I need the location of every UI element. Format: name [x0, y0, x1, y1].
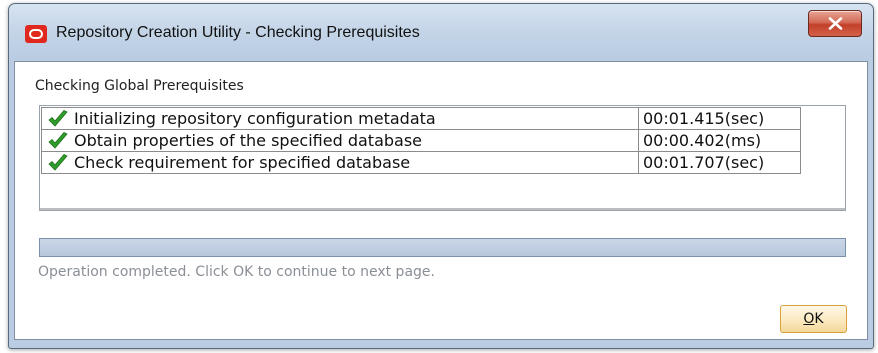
prerequisites-table: Initializing repository configuration me… — [39, 105, 846, 211]
table-row: Initializing repository configuration me… — [41, 107, 801, 130]
task-duration: 00:00.402(ms) — [638, 129, 801, 152]
section-title: Checking Global Prerequisites — [35, 78, 244, 94]
task-name: Initializing repository configuration me… — [74, 109, 436, 128]
table-row: Obtain properties of the specified datab… — [41, 129, 801, 152]
task-name: Obtain properties of the specified datab… — [74, 131, 423, 150]
progress-fill — [40, 239, 845, 256]
title-bar[interactable]: Repository Creation Utility - Checking P… — [9, 4, 873, 60]
dialog-window: Repository Creation Utility - Checking P… — [8, 3, 874, 349]
close-button[interactable] — [808, 10, 862, 37]
checkmark-icon — [48, 109, 68, 127]
ok-label-rest: K — [814, 311, 824, 327]
task-duration: 00:01.707(sec) — [638, 151, 801, 174]
table-row: Check requirement for specified database… — [41, 151, 801, 174]
ok-button[interactable]: OK — [780, 305, 847, 333]
task-name-cell: Initializing repository configuration me… — [41, 107, 639, 130]
task-name-cell: Check requirement for specified database — [41, 151, 639, 174]
window-title: Repository Creation Utility - Checking P… — [56, 24, 420, 41]
progress-bar — [39, 238, 846, 257]
oracle-logo-icon — [25, 25, 47, 43]
status-message: Operation completed. Click OK to continu… — [38, 264, 435, 280]
close-icon — [828, 17, 843, 30]
checkmark-icon — [48, 131, 68, 149]
task-duration: 00:01.415(sec) — [638, 107, 801, 130]
table-divider — [40, 208, 845, 210]
task-name-cell: Obtain properties of the specified datab… — [41, 129, 639, 152]
task-name: Check requirement for specified database — [74, 153, 411, 172]
checkmark-icon — [48, 153, 68, 171]
dialog-content: Checking Global Prerequisites Initializi… — [14, 61, 868, 340]
ok-mnemonic: O — [803, 311, 815, 327]
